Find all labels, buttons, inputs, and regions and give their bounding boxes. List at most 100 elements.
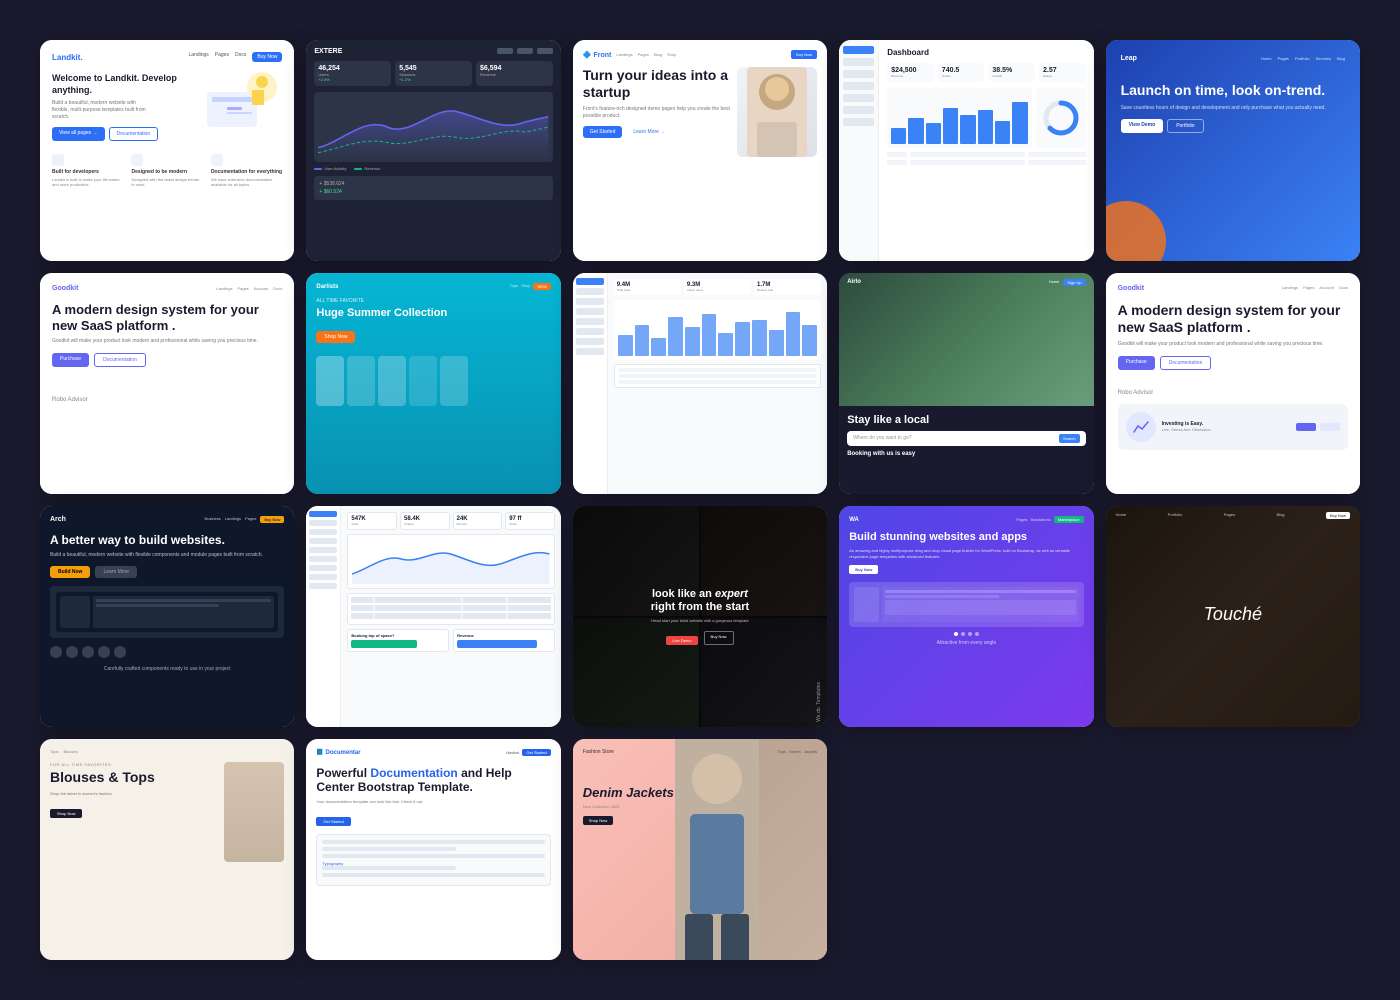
- front-get-started-btn[interactable]: Get Started: [583, 126, 623, 138]
- card-falcon[interactable]: 547K Visits 58.4K Unique 24K Bounce 97 f…: [306, 506, 560, 727]
- card-blouses[interactable]: Tops Blouses FOR ALL TIME FAVORITES Blou…: [40, 739, 294, 960]
- card-analytics-dark[interactable]: EXTERE 46,254 Users +2.5% 5,545 Sessions…: [306, 40, 560, 261]
- arch-build-btn[interactable]: Build Now: [50, 566, 90, 578]
- wa-buy-btn[interactable]: Buy Now: [849, 565, 878, 574]
- arch-nav-buy[interactable]: Buy Now: [260, 516, 284, 523]
- top-btn-2[interactable]: [517, 48, 533, 54]
- top-bar: EXTERE: [314, 48, 552, 55]
- goodkit-docs-btn[interactable]: Documentation: [94, 353, 146, 367]
- expert-live-demo-btn[interactable]: Live Demo: [666, 636, 697, 645]
- bar8-5: [685, 327, 700, 356]
- kpi8-1: 9.4M Total visits: [614, 279, 681, 295]
- sidebar8-item-6[interactable]: [576, 328, 604, 335]
- feature-icon-2: [131, 154, 143, 166]
- falcon-sidebar-5[interactable]: [309, 547, 337, 553]
- falcon-sidebar-7[interactable]: [309, 565, 337, 571]
- invest-btn-2[interactable]: [1320, 423, 1340, 431]
- card-summer[interactable]: Darlists Tops Shop NEW ALL TIME FAVORITE…: [306, 273, 560, 494]
- documentation-btn[interactable]: Documentation: [109, 127, 159, 141]
- sidebar8-item-3[interactable]: [576, 298, 604, 305]
- stat-users: 46,254 Users +2.5%: [314, 61, 391, 86]
- card-goodkit-large[interactable]: Goodkit Landings Pages Account Docs A mo…: [1106, 273, 1360, 494]
- dot-3[interactable]: [968, 632, 972, 636]
- docs-get-started-btn[interactable]: Get Started: [316, 817, 350, 826]
- denim-nav-denim: Denim: [789, 749, 801, 755]
- sidebar-item-4[interactable]: [843, 82, 874, 90]
- view-pages-btn[interactable]: View all pages →: [52, 127, 105, 141]
- blouses-shop-btn[interactable]: Shop Now: [50, 809, 82, 818]
- falcon-sidebar-1[interactable]: [309, 511, 337, 517]
- sidebar-item-1[interactable]: [843, 46, 874, 54]
- card-expert[interactable]: look like an expertright from the start …: [573, 506, 827, 727]
- summer-hero-title: Huge Summer Collection: [316, 307, 550, 320]
- dot-4[interactable]: [975, 632, 979, 636]
- top-btn-1[interactable]: [497, 48, 513, 54]
- falcon-sidebar-8[interactable]: [309, 574, 337, 580]
- nav-buy-btn[interactable]: Buy Now: [252, 52, 282, 62]
- goodkit-purchase-btn[interactable]: Purchase: [52, 353, 89, 367]
- sidebar-item-5[interactable]: [843, 94, 874, 102]
- sidebar-item-7[interactable]: [843, 118, 874, 126]
- sidebar8-item-4[interactable]: [576, 308, 604, 315]
- hero-text-block: Welcome to Landkit. Develop anything. Bu…: [52, 73, 202, 141]
- card-wa[interactable]: WA Pages Illustrations Marketplace Build…: [839, 506, 1093, 727]
- dot-1[interactable]: [954, 632, 958, 636]
- leap-nav-items: Home Pages Portfolio Services Blog: [1261, 56, 1345, 61]
- front-nav-landings: Landings: [616, 52, 632, 57]
- stay-search-btn[interactable]: Search: [1059, 434, 1080, 443]
- docs-nav-btn[interactable]: Get Started: [522, 749, 550, 756]
- stay-nav-btn[interactable]: Sign Up: [1063, 279, 1085, 286]
- falcon-sidebar-2[interactable]: [309, 520, 337, 526]
- feature-title-2: Designed to be modern: [131, 169, 202, 175]
- doc-line-3: [322, 854, 544, 858]
- invest-btn[interactable]: [1296, 423, 1316, 431]
- front-buy-btn[interactable]: Buy Now: [791, 50, 817, 59]
- sidebar8-item-5[interactable]: [576, 318, 604, 325]
- stay-booking-text: Booking with us is easy: [847, 451, 1085, 457]
- kpi-rating-label: Rating: [1043, 74, 1082, 78]
- table-header: [618, 368, 817, 372]
- card-dashboard[interactable]: Dashboard $24,500 Revenue 740.5 Orders 3…: [839, 40, 1093, 261]
- sidebar8-item-2[interactable]: [576, 288, 604, 295]
- card-denim[interactable]: Fashion Store Tops Denim Jackets Denim J…: [573, 739, 827, 960]
- card-leap[interactable]: Leap Home Pages Portfolio Services Blog …: [1106, 40, 1360, 261]
- sidebar-item-2[interactable]: [843, 58, 874, 66]
- wa-preview-line-1: [885, 590, 1075, 593]
- falcon-sidebar-4[interactable]: [309, 538, 337, 544]
- sidebar8-item-8[interactable]: [576, 348, 604, 355]
- falcon-sidebar-3[interactable]: [309, 529, 337, 535]
- denim-shop-btn[interactable]: Shop Now: [583, 816, 613, 825]
- dot-2[interactable]: [961, 632, 965, 636]
- front-person-image: [737, 67, 817, 157]
- arch-docs-btn[interactable]: Learn More: [95, 566, 137, 578]
- goodkit-large-docs-btn[interactable]: Documentation: [1160, 356, 1212, 370]
- sidebar-item-6[interactable]: [843, 106, 874, 114]
- card-landkit[interactable]: Landkit. Landings Pages Docs Buy Now Wel…: [40, 40, 294, 261]
- feature-text-1: Landkit is built to make your life easie…: [52, 177, 123, 187]
- sidebar8-item-1[interactable]: [576, 278, 604, 285]
- card-arch[interactable]: Arch Business Landings Pages Buy Now A b…: [40, 506, 294, 727]
- goodkit-large-purchase-btn[interactable]: Purchase: [1118, 356, 1155, 370]
- card-touche[interactable]: Home Portfolio Pages Blog Buy Now Touché: [1106, 506, 1360, 727]
- stay-search-bar[interactable]: Where do you want to go? Search: [847, 431, 1085, 446]
- leap-portfolio-btn[interactable]: Portfolio: [1167, 119, 1203, 133]
- leap-view-demo-btn[interactable]: View Demo: [1121, 119, 1164, 133]
- goodkit-nav-pages: Pages: [237, 286, 248, 291]
- card-front[interactable]: 🔷 Front Landings Pages Blog Shop Buy Now…: [573, 40, 827, 261]
- falcon-sidebar-6[interactable]: [309, 556, 337, 562]
- expert-buy-btn[interactable]: Buy Now: [704, 631, 734, 645]
- bottom-stat: + $538.624 + $60.524: [314, 176, 552, 200]
- top-btn-3[interactable]: [537, 48, 553, 54]
- summer-shop-btn[interactable]: Shop Now: [316, 331, 355, 343]
- front-learn-more-btn[interactable]: Learn More →: [626, 126, 672, 138]
- sidebar-item-3[interactable]: [843, 70, 874, 78]
- card-docs[interactable]: 📘 Documentar Navlink Get Started Powerfu…: [306, 739, 560, 960]
- sidebar8-item-7[interactable]: [576, 338, 604, 345]
- table-section: [614, 364, 821, 388]
- docs-preview: Typography: [316, 834, 550, 886]
- card-goodkit-small[interactable]: Goodkit Landings Pages Account Docs A mo…: [40, 273, 294, 494]
- card-analytics-light[interactable]: 9.4M Total visits 9.3M Active users 1.7M…: [573, 273, 827, 494]
- compat-1: [50, 646, 62, 658]
- card-stay-local[interactable]: Airlo Home Sign Up Stay like a local Whe…: [839, 273, 1093, 494]
- falcon-sidebar-9[interactable]: [309, 583, 337, 589]
